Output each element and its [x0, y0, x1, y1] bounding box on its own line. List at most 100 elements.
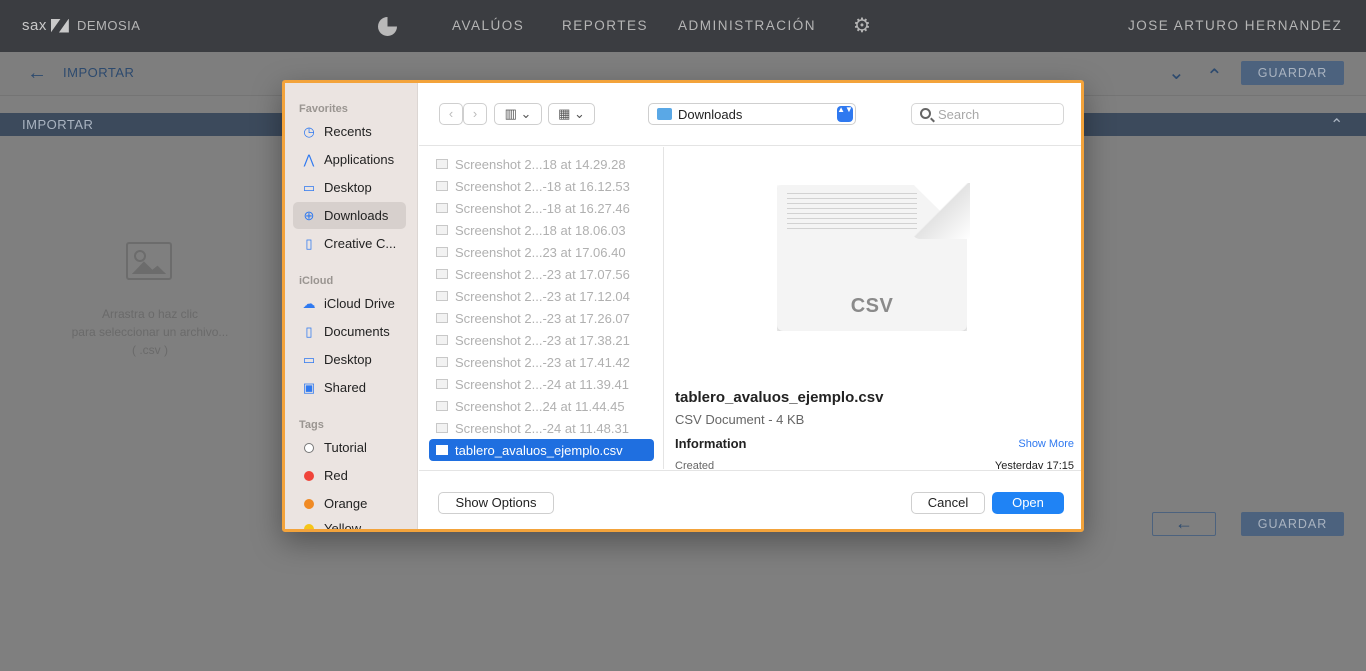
sidebar-item-label: Applications: [324, 152, 395, 167]
image-file-icon: [436, 357, 448, 367]
location-popup[interactable]: Downloads ▲▼: [648, 103, 856, 125]
user-name[interactable]: JOSE ARTURO HERNANDEZ: [1128, 18, 1342, 33]
sidebar-item-label: Yellow: [324, 521, 362, 529]
file-row[interactable]: Screenshot 2...18 at 18.06.03: [429, 219, 654, 241]
file-name: Screenshot 2...23 at 17.06.40: [455, 244, 626, 260]
sidebar-item-label: Shared: [324, 380, 366, 395]
file-row[interactable]: Screenshot 2...-23 at 17.41.42: [429, 351, 654, 373]
back-arrow-icon[interactable]: ←: [27, 62, 47, 85]
column-view-button[interactable]: ▥ ⌄: [494, 103, 542, 125]
bottom-save-button[interactable]: GUARDAR: [1241, 512, 1344, 536]
image-file-icon: [436, 269, 448, 279]
file-name: Screenshot 2...-23 at 17.07.56: [455, 266, 630, 282]
file-name: Screenshot 2...18 at 18.06.03: [455, 222, 626, 238]
sax-logo[interactable]: sax: [22, 17, 69, 34]
sidebar-item-desktop[interactable]: ▭ Desktop: [293, 174, 406, 201]
back-nav-button[interactable]: ‹: [439, 103, 463, 125]
image-file-icon: [436, 313, 448, 323]
applications-icon: ⋀: [303, 151, 315, 167]
drop-hint-line-3: ( .csv ): [132, 343, 168, 357]
sidebar-item-label: Downloads: [324, 208, 389, 223]
document-icon: ▯: [305, 235, 313, 251]
file-row[interactable]: Screenshot 2...-18 at 16.12.53: [429, 175, 654, 197]
tag-dot-icon: [304, 523, 314, 529]
sidebar-tag-red[interactable]: Red: [293, 462, 406, 489]
sidebar-item-icloud-desktop[interactable]: ▭ Desktop: [293, 346, 406, 373]
sidebar-item-creative-cloud[interactable]: ▯ Creative C...: [293, 230, 406, 257]
information-heading: Information: [675, 436, 747, 451]
desktop-icon: ▭: [302, 179, 316, 195]
file-name: Screenshot 2...-23 at 17.38.21: [455, 332, 630, 348]
file-row[interactable]: Screenshot 2...18 at 14.29.28: [429, 153, 654, 175]
back-button[interactable]: ←: [1152, 512, 1216, 536]
file-row[interactable]: Screenshot 2...-24 at 11.39.41: [429, 373, 654, 395]
image-file-icon: [436, 203, 448, 213]
file-row-selected[interactable]: tablero_avaluos_ejemplo.csv: [429, 439, 654, 461]
nav-administracion[interactable]: ADMINISTRACIÓN: [678, 18, 816, 33]
file-drop-zone[interactable]: Arrastra o haz clic para seleccionar un …: [40, 305, 260, 359]
preview-file-name: tablero_avaluos_ejemplo.csv: [675, 389, 884, 406]
sidebar-item-downloads[interactable]: ⊕ Downloads: [293, 202, 406, 229]
document-lines: [787, 193, 917, 233]
created-label: Created: [675, 460, 715, 469]
sidebar-item-label: Recents: [324, 124, 372, 139]
file-row[interactable]: Screenshot 2...-18 at 16.27.46: [429, 197, 654, 219]
chevron-up-icon[interactable]: ⌃: [1206, 64, 1223, 89]
sidebar-item-applications[interactable]: ⋀ Applications: [293, 146, 406, 173]
clock-icon: ◷: [303, 123, 315, 139]
page-fold: [912, 183, 970, 239]
sidebar-item-label: Creative C...: [324, 236, 397, 251]
file-row[interactable]: Screenshot 2...-23 at 17.26.07: [429, 307, 654, 329]
sidebar-tag-yellow[interactable]: Yellow: [293, 515, 406, 529]
forward-nav-button[interactable]: ›: [463, 103, 487, 125]
dialog-footer: Show Options Cancel Open: [419, 470, 1081, 529]
sidebar-item-icloud-drive[interactable]: ☁ iCloud Drive: [293, 290, 406, 317]
chevron-down-icon[interactable]: ⌄: [1168, 60, 1185, 85]
file-open-dialog: Favorites ◷ Recents ⋀ Applications ▭ Des…: [282, 80, 1084, 532]
search-input[interactable]: [938, 106, 1058, 122]
file-row[interactable]: Screenshot 2...-23 at 17.38.21: [429, 329, 654, 351]
sidebar-item-recents[interactable]: ◷ Recents: [293, 118, 406, 145]
sidebar-tag-orange[interactable]: Orange: [293, 490, 406, 517]
dashboard-pie-icon[interactable]: [378, 17, 397, 36]
group-view-button[interactable]: ▦ ⌄: [548, 103, 595, 125]
settings-gear-icon[interactable]: ⚙: [853, 16, 871, 36]
file-name: Screenshot 2...-23 at 17.26.07: [455, 310, 630, 326]
page-title: IMPORTAR: [63, 65, 135, 80]
sidebar-item-shared[interactable]: ▣ Shared: [293, 374, 406, 401]
search-icon: [920, 108, 931, 119]
sidebar-tag-tutorial[interactable]: Tutorial: [293, 434, 406, 461]
csv-file-icon: [436, 445, 448, 455]
open-button[interactable]: Open: [992, 492, 1064, 514]
location-label: Downloads: [678, 107, 743, 122]
image-placeholder-icon[interactable]: [126, 242, 172, 280]
file-row[interactable]: Screenshot 2...24 at 11.44.45: [429, 395, 654, 417]
show-options-button[interactable]: Show Options: [438, 492, 554, 514]
nav-reportes[interactable]: REPORTES: [562, 18, 648, 33]
drop-hint-line-1: Arrastra o haz clic: [101, 307, 199, 321]
file-row[interactable]: Screenshot 2...-23 at 17.12.04: [429, 285, 654, 307]
dialog-sidebar: Favorites ◷ Recents ⋀ Applications ▭ Des…: [285, 83, 418, 529]
org-name: DEMOSIA: [77, 18, 141, 33]
search-field[interactable]: [911, 103, 1064, 125]
show-more-link[interactable]: Show More: [1018, 438, 1074, 450]
image-file-icon: [436, 247, 448, 257]
file-preview-pane: CSV tablero_avaluos_ejemplo.csv CSV Docu…: [665, 147, 1081, 469]
sidebar-item-label: iCloud Drive: [324, 296, 395, 311]
tags-heading: Tags: [299, 419, 324, 431]
file-row[interactable]: Screenshot 2...-23 at 17.07.56: [429, 263, 654, 285]
file-name: Screenshot 2...-24 at 11.39.41: [455, 376, 629, 392]
cancel-button[interactable]: Cancel: [911, 492, 985, 514]
file-row[interactable]: Screenshot 2...-24 at 11.48.31: [429, 417, 654, 439]
folder-icon: [657, 108, 672, 120]
file-name: Screenshot 2...-18 at 16.12.53: [455, 178, 630, 194]
collapse-chevron-icon[interactable]: ⌃: [1330, 115, 1343, 135]
sidebar-item-documents[interactable]: ▯ Documents: [293, 318, 406, 345]
sidebar-item-label: Red: [324, 468, 348, 483]
document-extension-label: CSV: [850, 295, 894, 317]
save-button[interactable]: GUARDAR: [1241, 61, 1344, 85]
nav-avaluos[interactable]: AVALÚOS: [452, 18, 524, 33]
file-name: tablero_avaluos_ejemplo.csv: [455, 442, 623, 458]
image-file-icon: [436, 379, 448, 389]
file-row[interactable]: Screenshot 2...23 at 17.06.40: [429, 241, 654, 263]
